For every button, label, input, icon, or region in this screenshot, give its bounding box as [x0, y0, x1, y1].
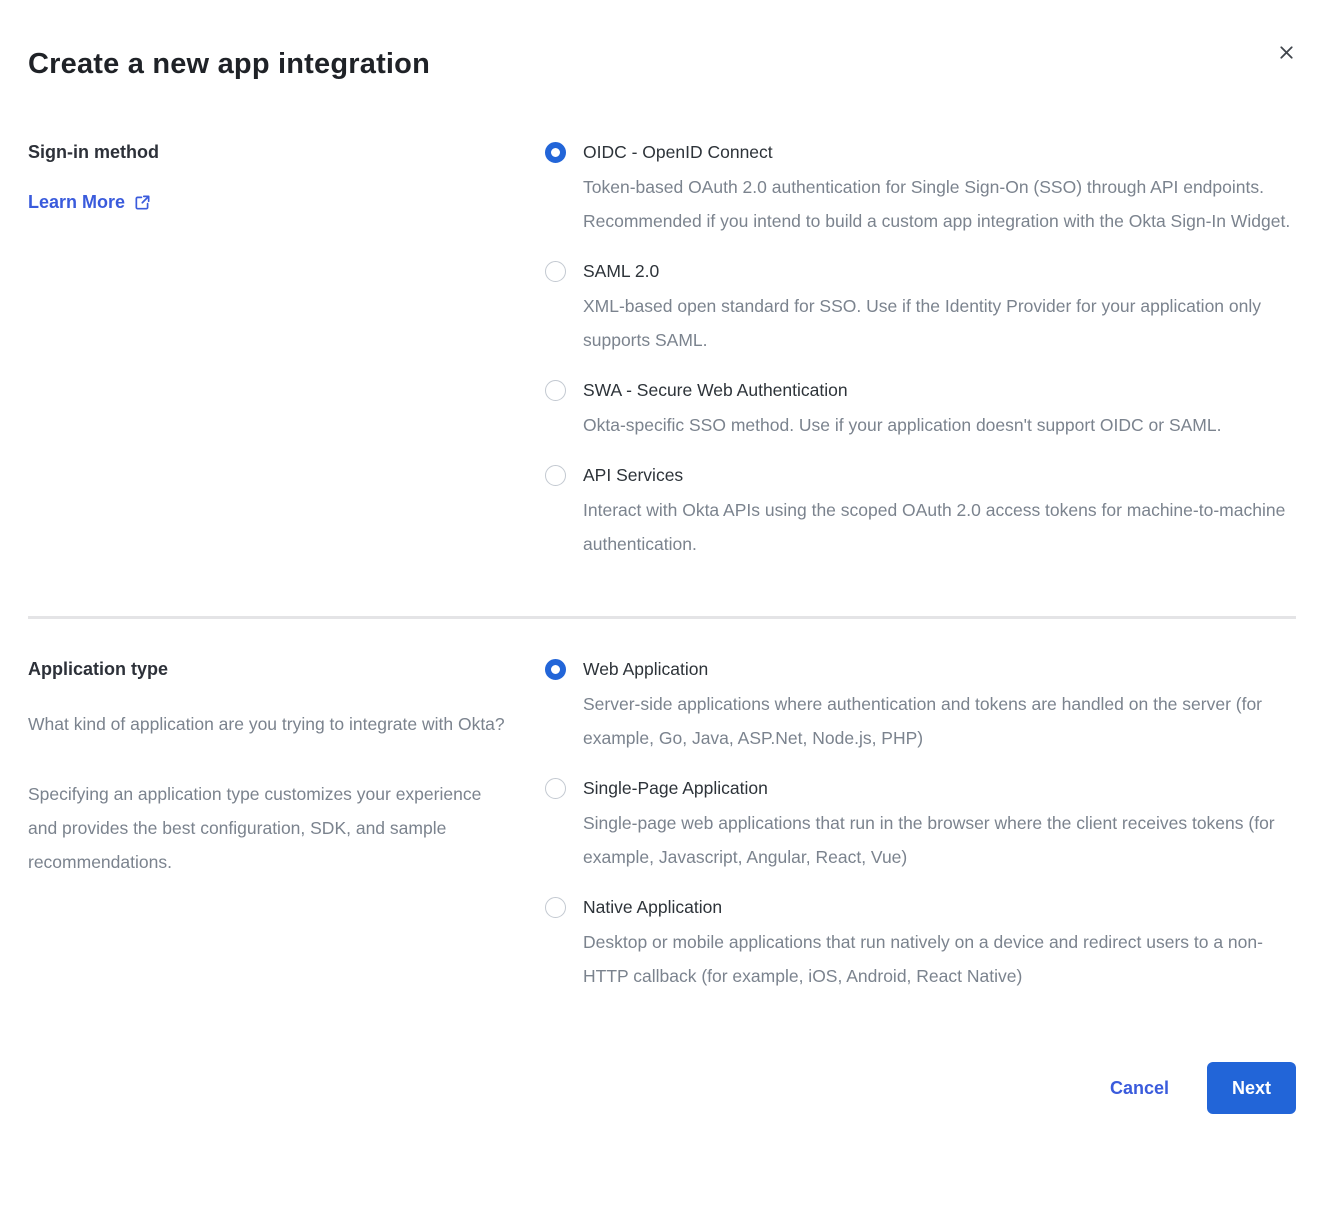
radio-option-label: Web Application [583, 657, 1296, 681]
close-icon [1277, 43, 1296, 62]
learn-more-label: Learn More [28, 192, 125, 213]
radio-option-description: Server-side applications where authentic… [583, 687, 1296, 755]
radio-icon[interactable] [545, 465, 566, 486]
close-button[interactable] [1274, 40, 1298, 64]
radio-option-swa[interactable]: SWA - Secure Web Authentication Okta-spe… [545, 378, 1296, 442]
radio-icon[interactable] [545, 142, 566, 163]
radio-option-description: XML-based open standard for SSO. Use if … [583, 289, 1296, 357]
signin-method-label: Sign-in method [28, 140, 545, 164]
radio-option-label: SAML 2.0 [583, 259, 1296, 283]
radio-option-oidc[interactable]: OIDC - OpenID Connect Token-based OAuth … [545, 140, 1296, 238]
radio-option-saml[interactable]: SAML 2.0 XML-based open standard for SSO… [545, 259, 1296, 357]
radio-option-label: API Services [583, 463, 1296, 487]
radio-option-single-page-application[interactable]: Single-Page Application Single-page web … [545, 776, 1296, 874]
radio-icon[interactable] [545, 261, 566, 282]
page-title: Create a new app integration [28, 44, 1296, 84]
radio-icon[interactable] [545, 380, 566, 401]
radio-option-description: Interact with Okta APIs using the scoped… [583, 493, 1296, 561]
application-type-label: Application type [28, 657, 545, 681]
external-link-icon [134, 194, 151, 211]
radio-option-native-application[interactable]: Native Application Desktop or mobile app… [545, 895, 1296, 993]
create-app-integration-dialog: Create a new app integration Sign-in met… [0, 0, 1332, 1114]
radio-option-label: Single-Page Application [583, 776, 1296, 800]
next-button[interactable]: Next [1207, 1062, 1296, 1114]
radio-option-description: Single-page web applications that run in… [583, 806, 1296, 874]
radio-option-api-services[interactable]: API Services Interact with Okta APIs usi… [545, 463, 1296, 561]
radio-option-label: Native Application [583, 895, 1296, 919]
radio-icon[interactable] [545, 897, 566, 918]
application-type-section: Application type What kind of applicatio… [28, 657, 1296, 1014]
radio-option-description: Okta-specific SSO method. Use if your ap… [583, 408, 1221, 442]
radio-option-description: Desktop or mobile applications that run … [583, 925, 1296, 993]
learn-more-link[interactable]: Learn More [28, 192, 151, 213]
signin-method-section: Sign-in method Learn More OIDC - OpenID … [28, 140, 1296, 582]
radio-option-web-application[interactable]: Web Application Server-side applications… [545, 657, 1296, 755]
dialog-footer: Cancel Next [28, 1062, 1296, 1114]
section-divider [28, 616, 1296, 619]
radio-icon[interactable] [545, 659, 566, 680]
application-type-help-text: Specifying an application type customize… [28, 777, 514, 879]
radio-option-label: SWA - Secure Web Authentication [583, 378, 1221, 402]
application-type-question: What kind of application are you trying … [28, 707, 514, 741]
radio-option-description: Token-based OAuth 2.0 authentication for… [583, 170, 1296, 238]
radio-option-label: OIDC - OpenID Connect [583, 140, 1296, 164]
cancel-button[interactable]: Cancel [1110, 1078, 1169, 1099]
radio-icon[interactable] [545, 778, 566, 799]
